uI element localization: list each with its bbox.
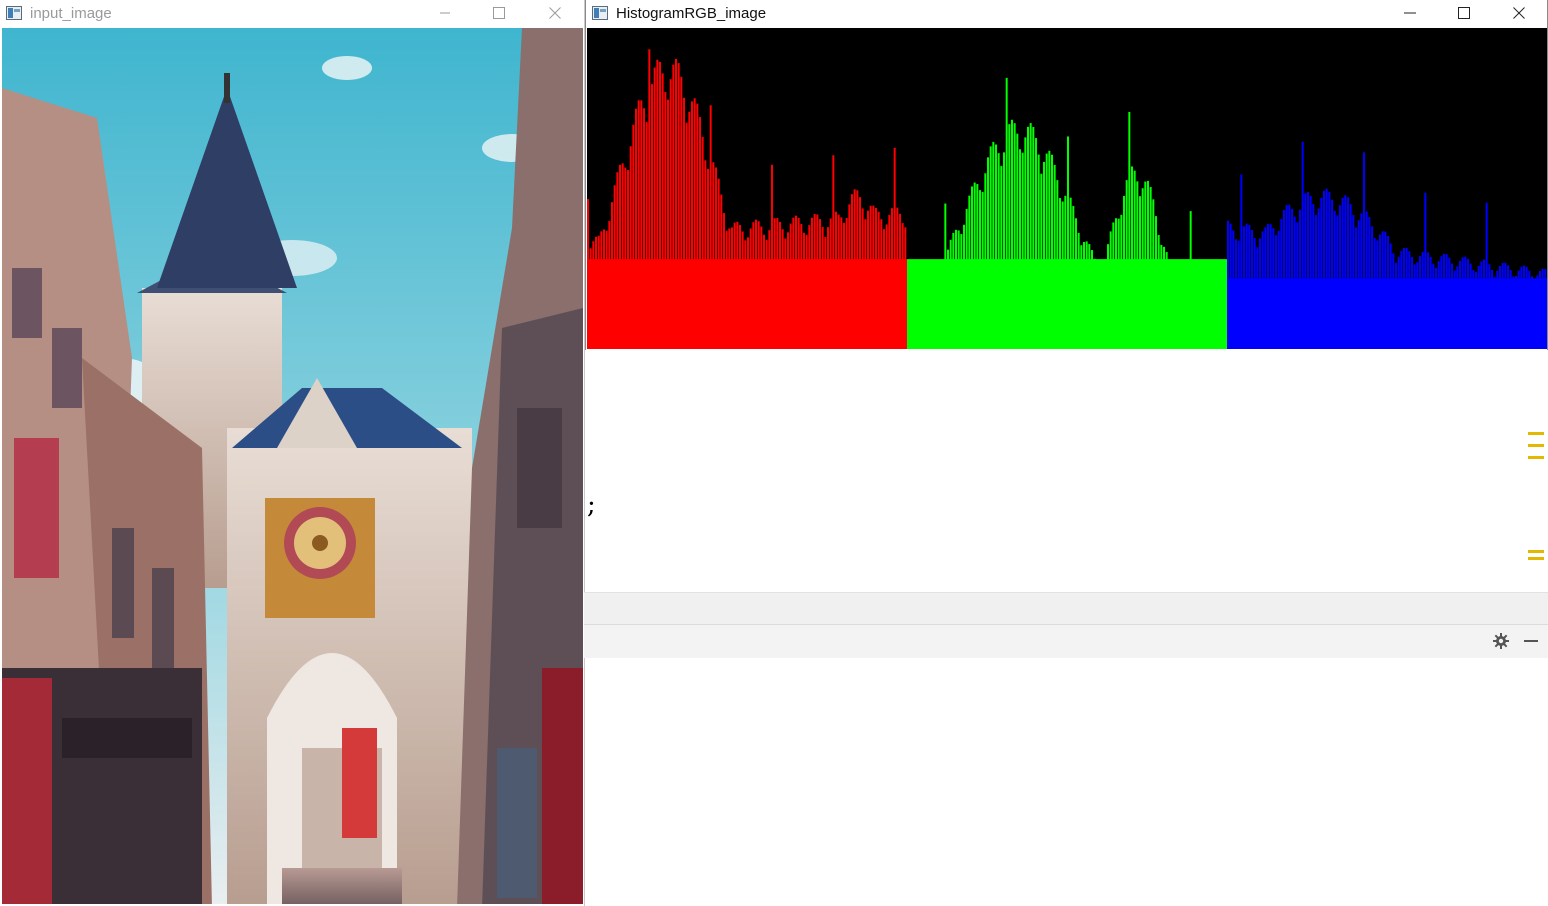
stray-text: ; [587,490,596,520]
window-title: input_image [30,4,112,22]
close-button[interactable] [1492,0,1546,26]
street-clock-tower-photo [2,28,583,904]
maximize-button[interactable] [472,0,526,26]
histogram-window: HistogramRGB_image [585,0,1548,350]
minimize-icon [1404,12,1416,14]
panel-tab-strip [584,592,1548,625]
histogram-base [907,259,1227,349]
minimize-icon [440,12,450,14]
app-window-icon [6,6,22,20]
titlebar[interactable]: HistogramRGB_image [586,0,1547,26]
rgb-histogram [587,49,1547,350]
close-icon [549,7,561,19]
maximize-button[interactable] [1437,0,1491,26]
scroll-marker [1528,444,1544,447]
editor-background: ; [584,350,1548,906]
gear-icon[interactable] [1492,632,1510,650]
maximize-icon [1458,7,1470,19]
scroll-marker [1528,557,1544,560]
minus-icon[interactable] [1522,632,1540,650]
input-photo [2,28,583,904]
histogram-base [1227,278,1547,349]
input-image-window: input_image [0,0,585,906]
close-button[interactable] [528,0,582,26]
minimize-button[interactable] [1383,0,1437,26]
window-title: HistogramRGB_image [616,4,767,22]
rgb-histogram-canvas [587,28,1547,350]
app-window-icon [592,6,608,20]
scroll-marker [1528,456,1544,459]
titlebar[interactable]: input_image [0,0,584,26]
panel-toolbar [584,624,1548,658]
minimize-button[interactable] [418,0,472,26]
histogram-base [587,259,907,349]
close-icon [1513,7,1525,19]
scroll-marker [1528,432,1544,435]
scroll-marker [1528,550,1544,553]
maximize-icon [493,7,505,19]
